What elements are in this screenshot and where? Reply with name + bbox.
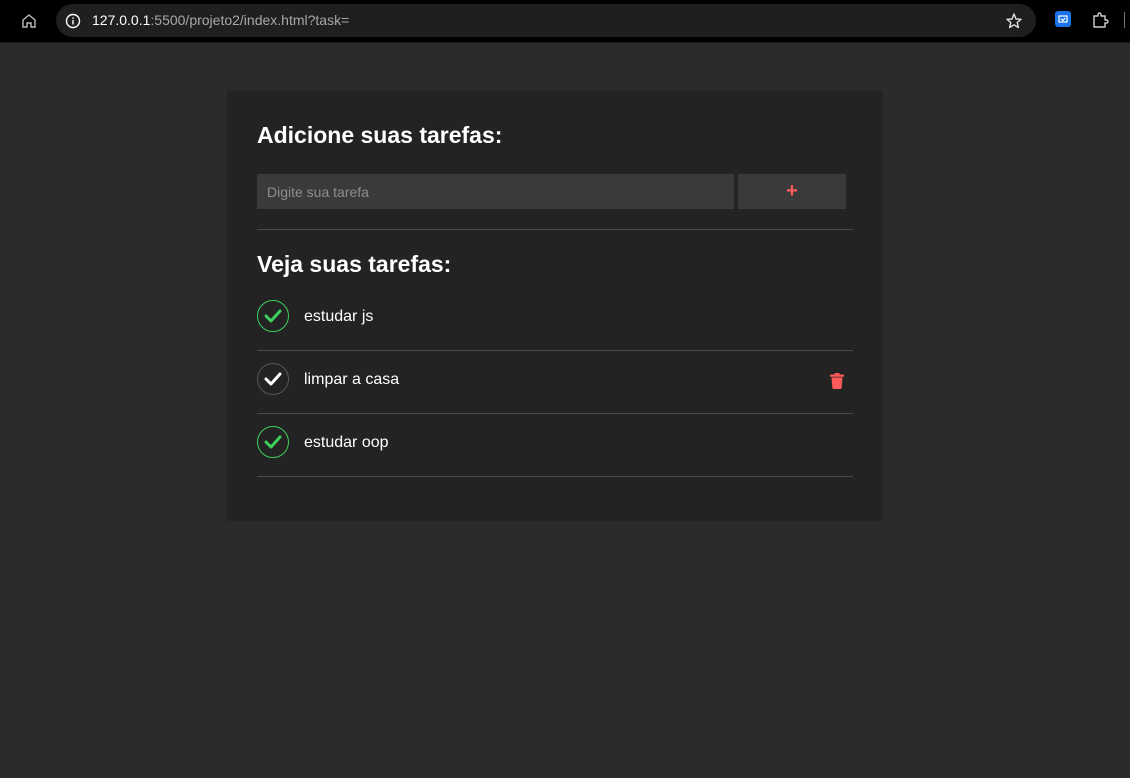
divider [257,229,853,230]
check-icon[interactable] [257,426,289,458]
task-text: estudar js [304,308,374,325]
url-path: :5500/projeto2/index.html?task= [150,12,350,28]
info-icon[interactable] [64,12,81,29]
task-item: limpar a casa [257,351,853,414]
add-task-button[interactable]: + [738,174,846,209]
trash-icon[interactable] [829,372,845,390]
toolbar-divider [1124,12,1125,28]
home-icon[interactable] [18,10,40,32]
task-text: estudar oop [304,434,389,451]
puzzle-icon[interactable] [1090,10,1110,30]
check-icon[interactable] [257,363,289,395]
add-tasks-heading: Adicione suas tarefas: [257,122,503,148]
url-text[interactable]: 127.0.0.1:5500/projeto2/index.html?task= [92,12,349,29]
extension-icon[interactable] [1055,11,1071,27]
task-item: estudar oop [257,414,853,477]
task-divider [257,476,853,477]
url-host: 127.0.0.1 [92,12,151,28]
browser-toolbar: 127.0.0.1:5500/projeto2/index.html?task= [0,0,1130,43]
address-bar[interactable]: 127.0.0.1:5500/projeto2/index.html?task= [56,4,1036,37]
task-text: limpar a casa [304,371,400,388]
task-input[interactable] [257,174,734,209]
check-icon[interactable] [257,300,289,332]
task-item: estudar js [257,288,853,351]
tasks-list-heading: Veja suas tarefas: [257,251,452,277]
todo-card: Adicione suas tarefas: + Veja suas taref… [227,91,883,521]
star-icon[interactable] [1004,11,1024,31]
